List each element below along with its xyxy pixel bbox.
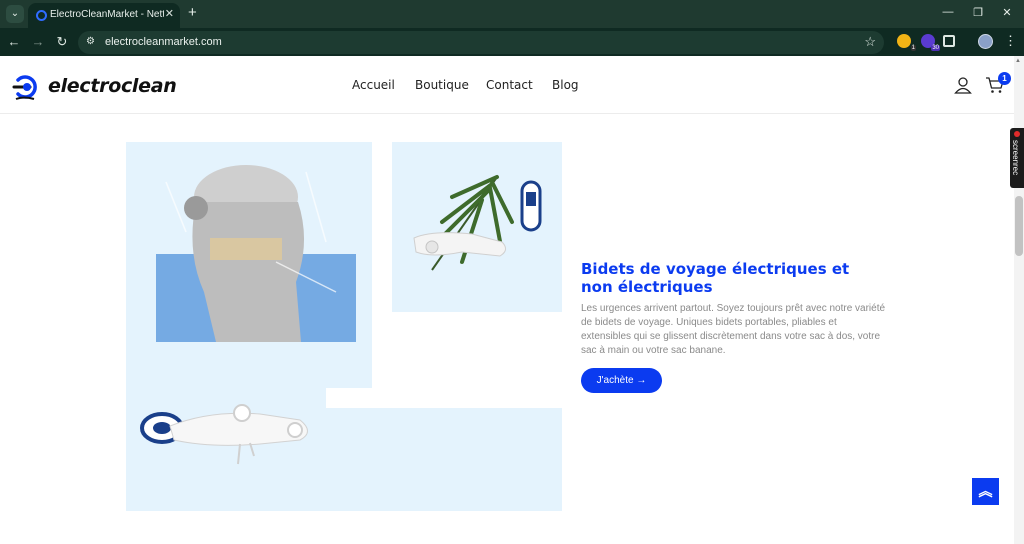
close-window-button[interactable]: ✕: [997, 6, 1017, 19]
browser-toolbar: ← → ↻ ⚙ electrocleanmarket.com ☆: [0, 28, 1024, 56]
cart-count-badge: 1: [998, 72, 1011, 85]
nav-blog[interactable]: Blog: [552, 78, 579, 92]
back-to-top-button[interactable]: ︽: [972, 478, 999, 505]
extension-icon-2[interactable]: 30: [921, 34, 940, 51]
chevron-up-icon: ︽: [978, 483, 993, 499]
tab-list-button[interactable]: ⌄: [6, 5, 24, 23]
browser-titlebar: ⌄ ElectroCleanMarket - Nettoyag ✕ + — ❐ …: [0, 0, 1024, 28]
gallery-image-statue: [126, 142, 372, 388]
extension-badge: 30: [931, 45, 940, 51]
browser-tab[interactable]: ElectroCleanMarket - Nettoyag ✕: [28, 3, 180, 28]
profile-avatar[interactable]: [978, 34, 993, 49]
reload-button[interactable]: ↻: [54, 34, 70, 50]
record-dot-icon: [1014, 131, 1020, 137]
nav-accueil[interactable]: Accueil: [352, 78, 395, 92]
gallery-image-palm: [392, 142, 562, 312]
statue-image: [156, 165, 356, 342]
address-bar[interactable]: ⚙ electrocleanmarket.com ☆: [78, 31, 884, 54]
site-favicon-icon: [36, 10, 47, 21]
new-tab-button[interactable]: +: [188, 4, 197, 21]
logo-text: electroclean: [48, 75, 177, 97]
palm-bidet-image: [413, 175, 542, 271]
gallery-image-bidet-right: [326, 408, 562, 511]
browser-menu-icon[interactable]: ⋮: [1004, 33, 1017, 49]
product-section-title: Bidets de voyage électriques et non élec…: [581, 260, 850, 296]
nav-contact[interactable]: Contact: [486, 78, 533, 92]
forward-button[interactable]: →: [30, 34, 46, 49]
electroclean-logo-icon: [12, 75, 37, 100]
minimize-button[interactable]: —: [938, 6, 958, 18]
back-button[interactable]: ←: [6, 34, 22, 49]
nav-boutique[interactable]: Boutique: [415, 78, 469, 92]
user-icon[interactable]: [954, 76, 972, 94]
extension-badge: 1: [910, 45, 916, 51]
scroll-up-icon[interactable]: ▲: [1015, 58, 1021, 64]
product-section-description: Les urgences arrivent partout. Soyez tou…: [581, 303, 886, 356]
buy-button[interactable]: J'achète →: [581, 368, 662, 393]
extension-icon-1[interactable]: 1: [897, 34, 916, 51]
site-info-icon[interactable]: ⚙: [86, 36, 99, 49]
bidet-seat-attachment: [169, 404, 308, 465]
extensions-puzzle-icon[interactable]: [943, 35, 955, 47]
screenrec-label: screenrec: [1011, 140, 1020, 176]
bookmark-star-icon[interactable]: ☆: [864, 34, 876, 50]
url-text[interactable]: electrocleanmarket.com: [105, 36, 222, 48]
scrollbar-thumb[interactable]: [1015, 196, 1023, 256]
restore-button[interactable]: ❐: [968, 6, 988, 19]
tab-title: ElectroCleanMarket - Nettoyag: [50, 9, 164, 20]
tab-close-icon[interactable]: ✕: [165, 7, 174, 20]
screenrec-widget[interactable]: screenrec: [1010, 128, 1024, 188]
site-header: electroclean Accueil Boutique Contact Bl…: [0, 56, 1014, 114]
